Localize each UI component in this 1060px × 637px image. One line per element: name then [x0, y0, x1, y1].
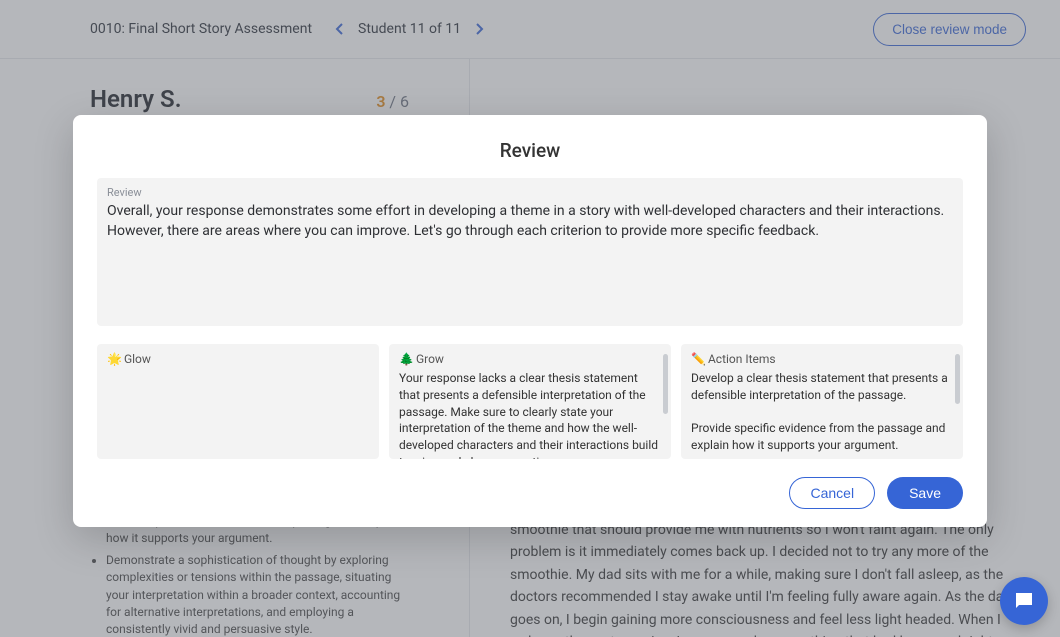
grow-emoji-icon: 🌲	[399, 352, 414, 366]
glow-field[interactable]: 🌟Glow	[97, 344, 379, 459]
review-textarea[interactable]: Overall, your response demonstrates some…	[107, 201, 953, 242]
grow-textarea[interactable]: Your response lacks a clear thesis state…	[399, 370, 661, 459]
action-items-field[interactable]: ✏️Action Items Develop a clear thesis st…	[681, 344, 963, 459]
review-modal: Review Review Overall, your response dem…	[73, 115, 987, 527]
action-items-textarea[interactable]: Develop a clear thesis statement that pr…	[691, 370, 953, 459]
grow-field[interactable]: 🌲Grow Your response lacks a clear thesis…	[389, 344, 671, 459]
help-chat-button[interactable]	[1000, 577, 1048, 625]
modal-title: Review	[97, 139, 963, 162]
action-emoji-icon: ✏️	[691, 352, 706, 366]
glow-label: Glow	[124, 352, 151, 366]
review-field-label: Review	[107, 186, 953, 199]
grow-label: Grow	[416, 352, 444, 366]
cancel-button[interactable]: Cancel	[789, 477, 875, 509]
chat-icon	[1012, 589, 1036, 613]
review-field[interactable]: Review Overall, your response demonstrat…	[97, 178, 963, 326]
glow-textarea[interactable]	[107, 370, 369, 387]
action-items-label: Action Items	[708, 352, 776, 366]
save-button[interactable]: Save	[887, 477, 963, 509]
glow-emoji-icon: 🌟	[107, 352, 122, 366]
scrollbar[interactable]	[663, 354, 668, 414]
scrollbar[interactable]	[955, 354, 960, 404]
